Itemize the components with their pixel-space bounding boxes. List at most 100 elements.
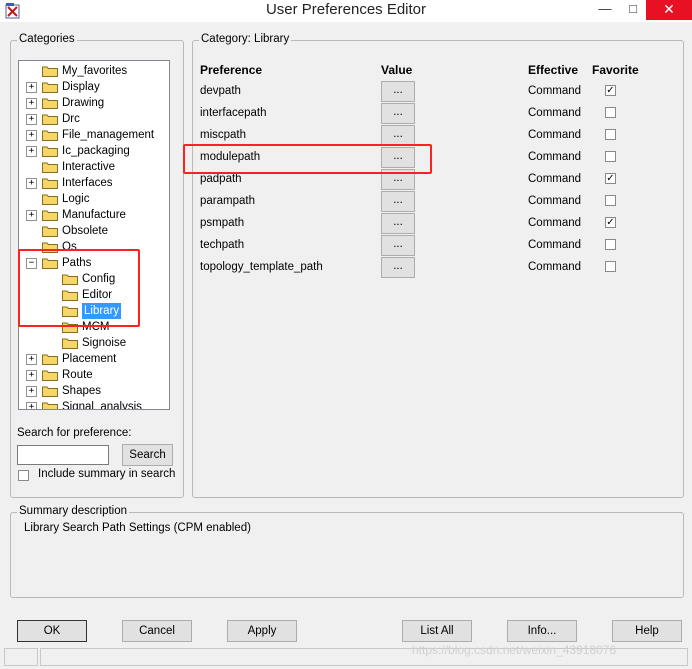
favorite-checkbox-parampath[interactable] (605, 195, 616, 206)
expand-icon[interactable]: + (26, 370, 37, 381)
expand-icon[interactable]: + (26, 178, 37, 189)
effective-value: Command (528, 107, 582, 119)
expand-icon[interactable]: + (26, 82, 37, 93)
expand-icon[interactable]: + (26, 386, 37, 397)
favorite-checkbox-techpath[interactable] (605, 239, 616, 250)
folder-icon (42, 130, 58, 141)
tree-item-label: Signal_analysis (62, 401, 142, 410)
category-tree[interactable]: + Signal_analysis + Shapes + Route + Placement S… (18, 60, 170, 410)
expand-icon[interactable]: + (26, 130, 37, 141)
preference-name-miscpath: miscpath (200, 129, 247, 141)
categories-label: Categories (17, 33, 77, 45)
tree-item-label: Logic (62, 193, 90, 205)
effective-value: Command (528, 129, 582, 141)
preference-column-header: Preference (200, 63, 263, 77)
list-all-button[interactable]: List All (402, 620, 472, 642)
value-column-header: Value (381, 63, 413, 77)
expand-icon[interactable]: + (26, 354, 37, 365)
tree-item-signal-analysis[interactable]: + Signal_analysis (19, 399, 169, 410)
effective-value: Command (528, 173, 582, 185)
value-button-miscpath[interactable]: ... (381, 125, 415, 146)
effective-value: Command (528, 239, 582, 251)
window-title: User Preferences Editor (265, 1, 427, 18)
tree-item-label: Interfaces (62, 177, 113, 189)
value-button-techpath[interactable]: ... (381, 235, 415, 256)
expand-icon[interactable]: + (26, 98, 37, 109)
favorite-checkbox-psmpath[interactable]: ✓ (605, 217, 616, 228)
help-button[interactable]: Help (612, 620, 682, 642)
tree-item-display[interactable]: + Display (19, 79, 169, 95)
preference-name-devpath: devpath (200, 85, 241, 97)
folder-icon (42, 146, 58, 157)
effective-value: Command (528, 261, 582, 273)
paths-library-highlight-box (18, 249, 140, 327)
close-button[interactable]: ✕ (646, 0, 692, 20)
tree-item-drawing[interactable]: + Drawing (19, 95, 169, 111)
tree-item-my-favorites[interactable]: My_favorites (19, 63, 169, 79)
favorite-checkbox-modulepath[interactable] (605, 151, 616, 162)
include-summary-label: Include summary in search (38, 468, 176, 480)
preference-name-interfacepath: interfacepath (200, 107, 267, 119)
value-button-interfacepath[interactable]: ... (381, 103, 415, 124)
info-button[interactable]: Info... (507, 620, 577, 642)
title-bar[interactable]: User Preferences Editor — □ ✕ (0, 0, 692, 22)
maximize-button[interactable]: □ (620, 0, 646, 20)
expand-icon[interactable]: + (26, 210, 37, 221)
value-button-devpath[interactable]: ... (381, 81, 415, 102)
tree-item-interfaces[interactable]: + Interfaces (19, 175, 169, 191)
folder-icon (42, 194, 58, 205)
minimize-button[interactable]: — (590, 0, 620, 20)
favorite-checkbox-miscpath[interactable] (605, 129, 616, 140)
tree-item-drc[interactable]: + Drc (19, 111, 169, 127)
tree-item-file-management[interactable]: + File_management (19, 127, 169, 143)
apply-button[interactable]: Apply (227, 620, 297, 642)
tree-item-label: Drc (62, 113, 80, 125)
tree-item-label: Manufacture (62, 209, 126, 221)
preference-name-techpath: techpath (200, 239, 245, 251)
search-preference-label: Search for preference: (17, 427, 132, 439)
summary-label: Summary description (17, 505, 130, 517)
tree-item-label: Ic_packaging (62, 145, 130, 157)
expand-icon[interactable]: + (26, 114, 37, 125)
tree-item-ic-packaging[interactable]: + Ic_packaging (19, 143, 169, 159)
search-input[interactable] (17, 445, 109, 465)
tree-item-interactive[interactable]: Interactive (19, 159, 169, 175)
favorite-checkbox-devpath[interactable]: ✓ (605, 85, 616, 96)
tree-item-label: Route (62, 369, 93, 381)
tree-item-placement[interactable]: + Placement (19, 351, 169, 367)
tree-item-manufacture[interactable]: + Manufacture (19, 207, 169, 223)
effective-value: Command (528, 85, 582, 97)
folder-icon (42, 162, 58, 173)
ok-button[interactable]: OK (17, 620, 87, 642)
favorite-checkbox-interfacepath[interactable] (605, 107, 616, 118)
category-panel-label: Category: Library (199, 33, 292, 45)
effective-column-header: Effective (528, 63, 579, 77)
folder-icon (42, 114, 58, 125)
folder-icon (42, 402, 58, 409)
folder-icon (42, 178, 58, 189)
tree-item-route[interactable]: + Route (19, 367, 169, 383)
folder-icon (42, 210, 58, 221)
user-preferences-window: User Preferences Editor — □ ✕ Categories… (0, 0, 692, 669)
expand-icon[interactable]: + (26, 146, 37, 157)
value-button-parampath[interactable]: ... (381, 191, 415, 212)
tree-item-label: Obsolete (62, 225, 109, 237)
tree-item-label: Shapes (62, 385, 102, 397)
tree-item-label: Drawing (62, 97, 105, 109)
tree-item-shapes[interactable]: + Shapes (19, 383, 169, 399)
tree-item-logic[interactable]: Logic (19, 191, 169, 207)
value-button-topology-template-path[interactable]: ... (381, 257, 415, 278)
preference-name-psmpath: psmpath (200, 217, 245, 229)
preference-name-parampath: parampath (200, 195, 255, 207)
tree-item-signoise[interactable]: Signoise (19, 335, 169, 351)
tree-item-obsolete[interactable]: Obsolete (19, 223, 169, 239)
effective-value: Command (528, 217, 582, 229)
value-button-psmpath[interactable]: ... (381, 213, 415, 234)
favorite-column-header: Favorite (592, 63, 639, 77)
expand-icon[interactable]: + (26, 402, 37, 409)
favorite-checkbox-padpath[interactable]: ✓ (605, 173, 616, 184)
include-summary-checkbox[interactable] (18, 470, 29, 481)
cancel-button[interactable]: Cancel (122, 620, 192, 642)
search-button[interactable]: Search (122, 444, 173, 466)
favorite-checkbox-topology-template-path[interactable] (605, 261, 616, 272)
